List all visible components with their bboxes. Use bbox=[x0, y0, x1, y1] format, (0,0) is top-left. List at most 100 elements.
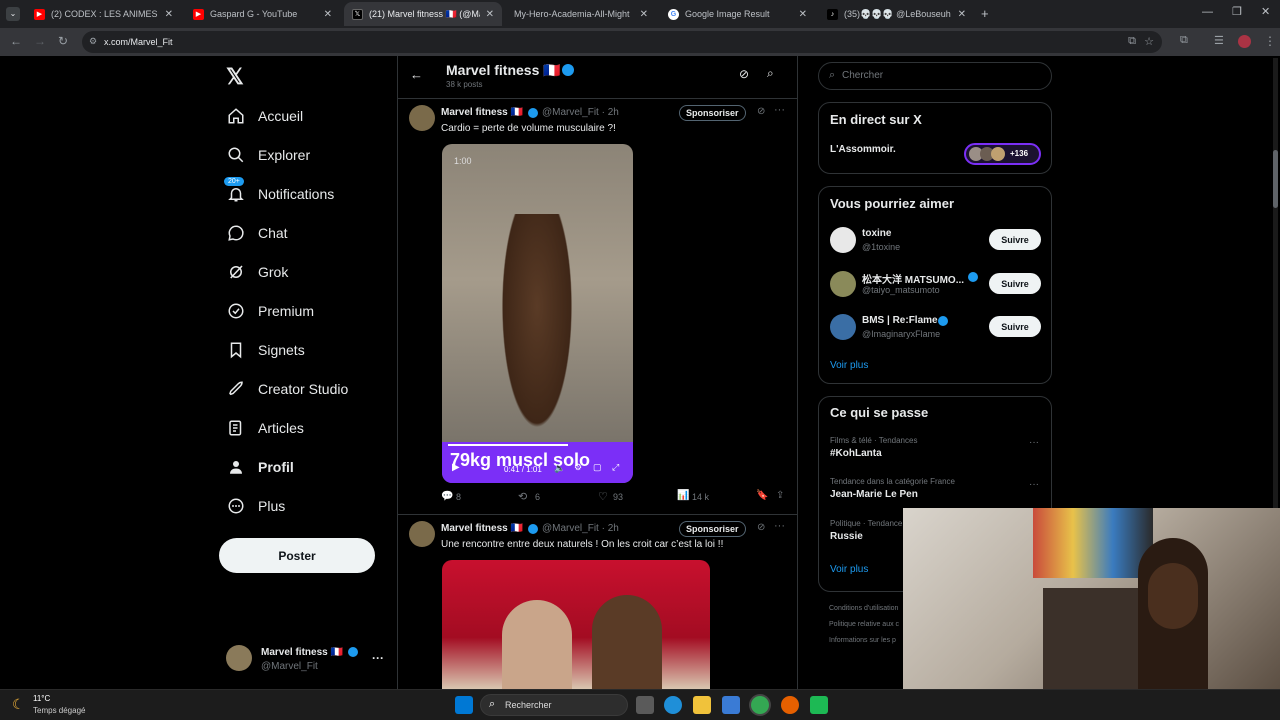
more-icon[interactable]: ··· bbox=[372, 651, 384, 665]
account-switcher[interactable]: Marvel fitness 🇫🇷 @Marvel_Fit ··· bbox=[226, 645, 391, 675]
tab-search-icon[interactable]: ☰ bbox=[1214, 34, 1224, 47]
trend-name[interactable]: #KohLanta bbox=[830, 448, 882, 459]
install-icon[interactable]: ⧉ bbox=[1128, 35, 1136, 48]
forward-icon[interactable]: → bbox=[34, 34, 46, 48]
close-icon[interactable]: ✕ bbox=[324, 9, 332, 20]
tweet-author[interactable]: Marvel fitness 🇫🇷 bbox=[441, 107, 523, 118]
chrome-icon[interactable] bbox=[751, 696, 769, 714]
pip-icon[interactable]: ▢ bbox=[593, 462, 602, 473]
nav-notifications[interactable]: 20+ Notifications bbox=[224, 177, 334, 204]
url-field[interactable]: ⚙ x.com/Marvel_Fit ⧉ ☆ bbox=[82, 31, 1162, 53]
nav-plus[interactable]: Plus bbox=[226, 496, 285, 516]
tweet-image[interactable] bbox=[442, 560, 710, 689]
close-icon[interactable]: ✕ bbox=[640, 9, 648, 20]
menu-icon[interactable]: ⋮ bbox=[1264, 34, 1276, 48]
close-icon[interactable]: ✕ bbox=[486, 9, 494, 20]
firefox-icon[interactable] bbox=[781, 696, 799, 714]
more-icon[interactable]: ··· bbox=[1029, 437, 1039, 448]
app-icon[interactable] bbox=[810, 696, 828, 714]
tweet[interactable]: Marvel fitness 🇫🇷 @Marvel_Fit · 2h Spons… bbox=[398, 515, 797, 689]
bookmark-icon[interactable]: 🔖 bbox=[756, 490, 768, 501]
user-name[interactable]: toxine bbox=[862, 228, 891, 239]
tab-marvel-fitness[interactable]: 𝕏 (21) Marvel fitness 🇫🇷 (@Marve ✕ bbox=[344, 2, 502, 26]
nav-explorer[interactable]: Explorer bbox=[226, 145, 310, 165]
tab-tiktok[interactable]: ♪ (35)💀💀💀 @LeBouseuh | Ti ✕ bbox=[819, 2, 974, 26]
file-explorer-icon[interactable] bbox=[693, 696, 711, 714]
close-icon[interactable]: ✕ bbox=[958, 9, 966, 20]
back-arrow-icon[interactable]: ← bbox=[410, 67, 423, 82]
reply-icon[interactable]: 💬 bbox=[441, 491, 453, 502]
nav-articles[interactable]: Articles bbox=[226, 418, 304, 438]
taskbar-search[interactable]: ⌕ Rechercher bbox=[480, 694, 628, 716]
new-tab-icon[interactable]: + bbox=[981, 6, 989, 21]
user-name[interactable]: BMS | Re:Flame bbox=[862, 315, 938, 326]
settings-icon[interactable]: ⚙ bbox=[574, 462, 582, 473]
site-info-icon[interactable]: ⚙ bbox=[89, 36, 97, 47]
views-icon[interactable]: 📊 bbox=[677, 490, 689, 501]
avatar[interactable] bbox=[830, 271, 856, 297]
maximize-icon[interactable]: ❐ bbox=[1232, 5, 1242, 18]
avatar[interactable] bbox=[830, 314, 856, 340]
trend-name[interactable]: Russie bbox=[830, 531, 863, 542]
tab-codex[interactable]: ▶ (2) CODEX : LES ANIMES SONT ✕ bbox=[26, 2, 181, 26]
close-icon[interactable]: ✕ bbox=[799, 9, 807, 20]
video-progress-bar[interactable] bbox=[448, 444, 568, 446]
nav-chat[interactable]: Chat bbox=[226, 223, 288, 243]
tab-list-icon[interactable]: ⌄ bbox=[6, 7, 20, 21]
tab-gaspard[interactable]: ▶ Gaspard G - YouTube ✕ bbox=[185, 2, 340, 26]
edge-icon[interactable] bbox=[664, 696, 682, 714]
nav-premium[interactable]: Premium bbox=[226, 301, 314, 321]
tweet[interactable]: Marvel fitness 🇫🇷 @Marvel_Fit · 2h Spons… bbox=[398, 99, 797, 512]
x-logo-icon[interactable]: 𝕏 bbox=[226, 64, 244, 90]
share-icon[interactable]: ⇪ bbox=[776, 490, 784, 501]
post-button[interactable]: Poster bbox=[219, 538, 375, 573]
grok-icon[interactable]: ⊘ bbox=[757, 522, 765, 533]
back-icon[interactable]: ← bbox=[10, 34, 22, 48]
minimize-icon[interactable]: — bbox=[1202, 6, 1213, 18]
profile-avatar[interactable] bbox=[1238, 35, 1251, 48]
search-input[interactable]: ⌕ Chercher bbox=[818, 62, 1052, 90]
search-icon[interactable]: ⌕ bbox=[767, 66, 774, 81]
live-host[interactable]: L'Assommoir. bbox=[830, 144, 896, 155]
moon-icon[interactable]: ☾ bbox=[12, 696, 25, 713]
grok-icon[interactable]: ⊘ bbox=[757, 106, 765, 117]
nav-creator-studio[interactable]: Creator Studio bbox=[226, 379, 348, 399]
fullscreen-icon[interactable]: ⤢ bbox=[612, 462, 619, 473]
nav-profil[interactable]: Profil bbox=[226, 457, 294, 477]
play-icon[interactable]: ▶ bbox=[452, 462, 460, 473]
store-icon[interactable] bbox=[722, 696, 740, 714]
more-icon[interactable]: ··· bbox=[774, 104, 785, 116]
window-close-icon[interactable]: ✕ bbox=[1261, 5, 1270, 18]
like-icon[interactable]: ♡ bbox=[598, 490, 608, 503]
footer-link[interactable]: Politique relative aux c bbox=[829, 617, 899, 633]
windows-start-icon[interactable] bbox=[455, 696, 473, 714]
see-more-link[interactable]: Voir plus bbox=[830, 564, 868, 575]
bookmark-star-icon[interactable]: ☆ bbox=[1144, 35, 1154, 48]
footer-link[interactable]: Informations sur les p bbox=[829, 633, 899, 649]
avatar[interactable] bbox=[409, 521, 435, 547]
extensions-icon[interactable]: ⧉ bbox=[1180, 34, 1188, 47]
follow-button[interactable]: Suivre bbox=[989, 273, 1041, 294]
task-view-icon[interactable] bbox=[636, 696, 654, 714]
avatar[interactable] bbox=[409, 105, 435, 131]
see-more-link[interactable]: Voir plus bbox=[830, 360, 868, 371]
grok-icon[interactable]: ⊘ bbox=[739, 67, 749, 81]
scrollbar-thumb[interactable] bbox=[1273, 150, 1278, 208]
nav-accueil[interactable]: Accueil bbox=[226, 106, 303, 126]
live-space-pill[interactable]: +136 bbox=[964, 143, 1041, 165]
video-player[interactable]: 1:00 79kg muscl solo ▶ 0:41 / 1:01 🔈 ⚙ ▢… bbox=[442, 144, 633, 483]
close-icon[interactable]: ✕ bbox=[165, 9, 173, 20]
trend-name[interactable]: Jean-Marie Le Pen bbox=[830, 489, 918, 500]
avatar[interactable] bbox=[830, 227, 856, 253]
volume-icon[interactable]: 🔈 bbox=[554, 463, 565, 474]
tweet-author[interactable]: Marvel fitness 🇫🇷 bbox=[441, 523, 523, 534]
nav-grok[interactable]: Grok bbox=[226, 262, 288, 282]
tab-google-image[interactable]: G Google Image Result ✕ bbox=[660, 2, 815, 26]
more-icon[interactable]: ··· bbox=[774, 520, 785, 532]
follow-button[interactable]: Suivre bbox=[989, 316, 1041, 337]
nav-signets[interactable]: Signets bbox=[226, 340, 305, 360]
follow-button[interactable]: Suivre bbox=[989, 229, 1041, 250]
more-icon[interactable]: ··· bbox=[1029, 479, 1039, 490]
user-name[interactable]: 松本大洋 MATSUMO... bbox=[862, 271, 964, 286]
reload-icon[interactable]: ↻ bbox=[58, 34, 68, 48]
